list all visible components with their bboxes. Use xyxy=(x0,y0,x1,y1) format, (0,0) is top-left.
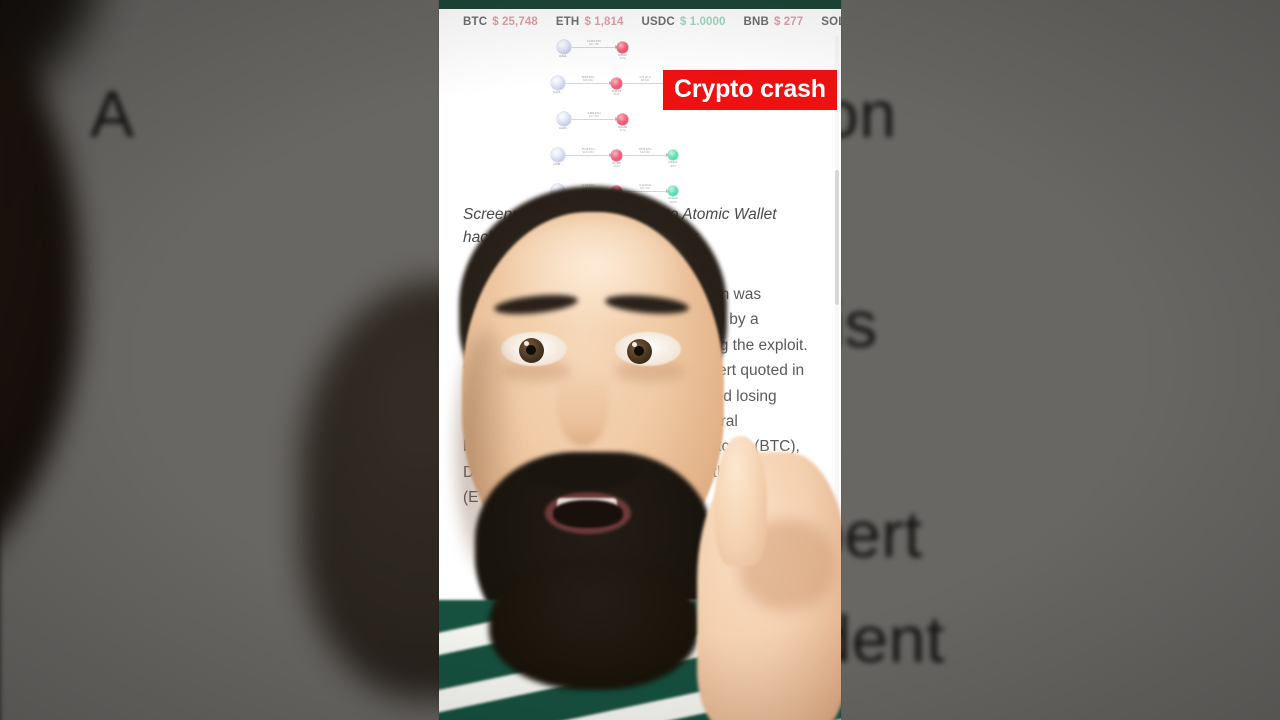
ticker-item-sol[interactable]: SOL$ xyxy=(821,16,841,28)
graph-edge-amount-usd: $8,540 xyxy=(640,79,650,83)
graph-edge: 6.12 ETH $11,100 xyxy=(622,184,669,193)
graph-node-source[interactable]: 0x2c4... xyxy=(551,76,565,94)
ticker-symbol: BTC xyxy=(463,16,488,28)
graph-edge-amount: 38.52 ETH xyxy=(581,75,595,79)
graph-edge: 9.880 ETH $17,920 xyxy=(571,112,618,121)
ticker-item-eth[interactable]: ETH $ 1,814 xyxy=(556,16,624,28)
ticker-symbol: ETH xyxy=(555,16,580,28)
graph-edge-amount: 6.12 ETH xyxy=(639,183,651,187)
transaction-flow-graph: 0x9a1... 12.004 ETH $21,780 0x5b2c bc1q 0x2c4… xyxy=(439,36,841,204)
graph-row: 0x61b... 27.44 ETH $49,780 0x7d0c 6.12 ETH $1… xyxy=(551,176,678,206)
graph-node-hop[interactable]: 0x1e8a bc1q xyxy=(617,113,628,132)
ticker-symbol: SOL xyxy=(821,16,841,28)
ticker-item-usdc[interactable]: USDC $ 1.0000 xyxy=(642,16,726,28)
ticker-price: $ 1.0000 xyxy=(679,16,726,28)
ticker-price: $ 1,814 xyxy=(584,16,624,28)
graph-node-sublabel: 3FkP xyxy=(613,93,620,97)
vertical-scrollbar-thumb[interactable] xyxy=(835,170,839,305)
graph-node-source[interactable]: 0x9a1... xyxy=(557,40,571,58)
graph-node-hop[interactable]: 0xc4f8 1Nz4 xyxy=(611,149,622,168)
graph-edge-amount-usd: $32,690 xyxy=(640,151,650,155)
graph-edge-amount: 27.44 ETH xyxy=(581,183,595,187)
graph-node-exit[interactable]: 0xbb21 4h13 xyxy=(668,150,678,168)
graph-row: 0xd03... 9.880 ETH $17,920 0x1e8a bc1q xyxy=(557,104,628,134)
graph-node-hop[interactable]: 0x7d0c xyxy=(611,185,622,201)
ticker-item-bnb[interactable]: BNB $ 277 xyxy=(743,16,803,28)
graph-node-sublabel: 4h13 xyxy=(670,164,676,168)
article-paragraph: A new report suggests over $35 million w… xyxy=(463,286,808,507)
graph-edge: 27.44 ETH $49,780 xyxy=(565,184,612,193)
graph-node-label: 0x3ae9 xyxy=(668,197,678,200)
graph-node-label: 0xd03... xyxy=(558,127,570,130)
graph-node-label: 0xbb21 xyxy=(668,161,678,164)
graph-edge-amount-usd: $69,900 xyxy=(583,79,593,83)
graph-edge-amount-usd: $100,350 xyxy=(582,151,594,155)
video-frame: Twitter A 5 million aph t who is . “I fe… xyxy=(0,0,1280,720)
graph-node-label: 0xab19 xyxy=(611,89,622,93)
graph-node-label: 0x9a1... xyxy=(558,55,570,58)
graph-node-hop[interactable]: 0x5b2c bc1q xyxy=(617,41,628,60)
graph-edge: 4.71 ETH $8,540 xyxy=(622,76,669,85)
graph-node-exit[interactable]: 0x3ae9 5Qm8 xyxy=(668,186,678,204)
graph-edge-amount-usd: $11,100 xyxy=(640,187,650,191)
graph-edge-amount-usd: $49,780 xyxy=(583,187,593,191)
graph-edge-amount: 55.30 ETH xyxy=(581,147,595,151)
graph-node-sublabel: 1Nz4 xyxy=(613,165,620,169)
graph-node-label: 0x61b... xyxy=(552,199,564,202)
crypto-price-ticker[interactable]: BTC $ 25,748 ETH $ 1,814 USDC $ 1.0000 BNB $ 27… xyxy=(439,9,841,35)
article-body: A new report suggests over $35 million w… xyxy=(463,282,809,525)
graph-row: 0x9a1... 12.004 ETH $21,780 0x5b2c bc1q xyxy=(557,32,628,62)
crypto-crash-banner: Crypto crash xyxy=(663,70,837,110)
graph-edge: 18.02 ETH $32,690 xyxy=(622,148,669,157)
graph-node-label: 0x2c4... xyxy=(553,91,563,94)
graph-edge: 12.004 ETH $21,780 xyxy=(571,40,618,49)
graph-node-hop[interactable]: 0xab19 3FkP xyxy=(611,77,622,96)
graph-node-label: 0x5b2c xyxy=(618,53,627,57)
graph-edge-amount: 18.02 ETH xyxy=(638,147,652,151)
ticker-symbol: USDC xyxy=(641,16,675,28)
graph-row: 0x2c4... 38.52 ETH $69,900 0xab19 3FkP 4.71 E… xyxy=(551,68,678,98)
graph-row: 0x88f... 55.30 ETH $100,350 0xc4f8 1Nz4 18.02… xyxy=(551,140,678,170)
graph-node-label: 0x1e8a xyxy=(617,125,628,129)
graph-node-sublabel: bc1q xyxy=(619,129,626,133)
vertical-scrollbar-track[interactable] xyxy=(835,36,839,656)
ticker-price: $ 277 xyxy=(774,16,804,28)
ticker-item-btc[interactable]: BTC $ 25,748 xyxy=(463,16,538,28)
graph-edge-amount-usd: $17,920 xyxy=(589,115,599,119)
image-caption: Screenshot of investigation into Atomic … xyxy=(463,206,777,246)
graph-edge-amount-usd: $21,780 xyxy=(589,43,599,47)
graph-node-sublabel: bc1q xyxy=(619,57,626,61)
graph-node-label: 0x7d0c xyxy=(612,197,621,201)
graph-node-source[interactable]: 0x61b... xyxy=(551,184,565,202)
site-topbar xyxy=(439,0,841,9)
graph-node-source[interactable]: 0x88f... xyxy=(551,148,565,166)
crypto-crash-banner-label: Crypto crash xyxy=(674,75,826,103)
ticker-symbol: BNB xyxy=(743,16,769,28)
graph-edge-amount: 9.880 ETH xyxy=(587,111,601,115)
graph-node-label: 0x88f... xyxy=(553,163,563,166)
graph-node-source[interactable]: 0xd03... xyxy=(557,112,571,130)
graph-edge-amount: 12.004 ETH xyxy=(586,39,602,43)
graph-edge: 55.30 ETH $100,350 xyxy=(565,148,612,157)
graph-edge: 38.52 ETH $69,900 xyxy=(565,76,612,85)
graph-node-label: 0xc4f8 xyxy=(612,161,621,165)
graph-edge-amount: 4.71 ETH xyxy=(639,75,651,79)
ticker-price: $ 25,748 xyxy=(492,16,538,28)
